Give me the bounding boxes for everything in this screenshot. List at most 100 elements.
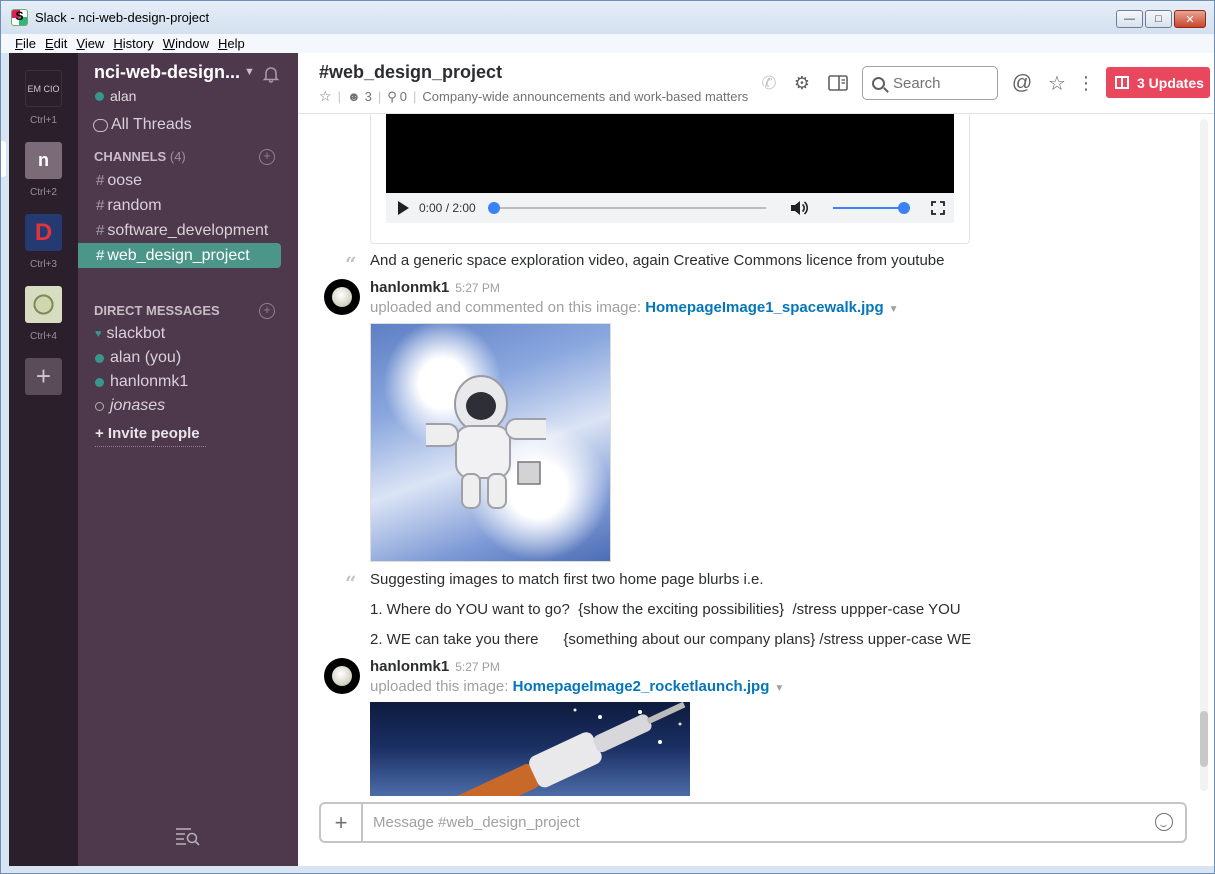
spacewalk-image[interactable]	[370, 323, 611, 562]
add-team-icon[interactable]: +	[25, 358, 62, 395]
quick-switcher-icon[interactable]	[175, 826, 201, 846]
message-text: Suggesting images to match first two hom…	[370, 571, 764, 588]
play-icon[interactable]	[398, 201, 409, 215]
direct-messages-header[interactable]: DIRECT MESSAGES	[94, 303, 220, 318]
pin-count[interactable]: 0	[400, 89, 407, 104]
message-text: 1. Where do YOU want to go? {show the ex…	[370, 601, 961, 618]
bell-icon[interactable]	[262, 65, 280, 83]
volume-icon[interactable]	[789, 199, 809, 217]
details-pane-icon[interactable]	[827, 72, 849, 94]
team-4[interactable]: Ctrl+4	[25, 286, 62, 342]
channel-item-oose[interactable]: # oose	[78, 168, 281, 193]
chevron-down-icon[interactable]: ▼	[889, 304, 899, 315]
close-button[interactable]: ✕	[1174, 10, 1206, 28]
video-frame[interactable]	[386, 114, 954, 193]
dm-label: slackbot	[106, 325, 166, 342]
dm-item-hanlonmk1[interactable]: hanlonmk1	[95, 373, 188, 391]
team-emcio-tile[interactable]: EM CIO	[25, 70, 62, 107]
fullscreen-icon[interactable]	[931, 201, 945, 215]
upload-description: uploaded and commented on this image: Ho…	[370, 299, 899, 316]
channel-topic[interactable]: Company-wide announcements and work-base…	[422, 89, 748, 104]
menu-help[interactable]: Help	[218, 36, 245, 51]
channel-label: oose	[107, 171, 143, 189]
channel-item-web-design-project[interactable]: # web_design_project	[78, 243, 281, 268]
pin-icon[interactable]: ⚲	[387, 89, 397, 105]
current-user[interactable]: alan	[95, 88, 136, 104]
channel-item-software-development[interactable]: # software_development	[78, 218, 281, 243]
file-link[interactable]: HomepageImage1_spacewalk.jpg	[645, 299, 883, 316]
team-d[interactable]: D Ctrl+3	[25, 214, 62, 270]
channel-label: software_development	[107, 221, 269, 239]
minimize-button[interactable]: —	[1116, 10, 1143, 28]
team-4-tile[interactable]	[25, 286, 62, 323]
more-menu-icon[interactable]: ⋮	[1075, 72, 1097, 94]
search-input[interactable]: Search	[862, 66, 998, 100]
channels-header[interactable]: CHANNELS (4)	[94, 149, 186, 164]
rocket-launch-image[interactable]	[370, 702, 690, 796]
updates-button[interactable]: 3 Updates	[1106, 67, 1210, 98]
dm-item-slackbot[interactable]: ♥ slackbot	[95, 325, 165, 343]
message-timestamp[interactable]: 5:27 PM	[455, 660, 500, 674]
gear-icon[interactable]: ⚙	[791, 72, 813, 94]
team-shortcut: Ctrl+2	[30, 187, 57, 198]
dm-label: jonases	[110, 397, 166, 414]
team-n-tile[interactable]: n	[25, 142, 62, 179]
file-link[interactable]: HomepageImage2_rocketlaunch.jpg	[513, 678, 770, 695]
member-icon[interactable]: ☻	[347, 89, 361, 104]
menu-file[interactable]: File	[15, 36, 36, 51]
team-d-tile[interactable]: D	[25, 214, 62, 251]
dm-label: alan (you)	[110, 349, 182, 366]
channel-label: random	[107, 196, 162, 214]
team-shortcut: Ctrl+4	[30, 331, 57, 342]
maximize-button[interactable]: □	[1145, 10, 1172, 28]
all-threads-link[interactable]: All Threads	[93, 116, 192, 134]
video-time: 0:00 / 2:00	[419, 201, 476, 215]
app-window: S Slack - nci-web-design-project — □ ✕ F…	[0, 0, 1215, 874]
team-n[interactable]: n Ctrl+2	[25, 142, 62, 198]
volume-slider[interactable]	[833, 207, 903, 209]
channel-title[interactable]: #web_design_project	[319, 62, 502, 83]
chevron-down-icon[interactable]: ▼	[244, 66, 255, 78]
dm-item-jonases[interactable]: jonases	[95, 397, 165, 415]
video-attachment: 0:00 / 2:00	[370, 114, 970, 244]
scrollbar-thumb[interactable]	[1200, 711, 1208, 767]
member-count[interactable]: 3	[365, 89, 372, 104]
menu-bar: File Edit View History Window Help	[1, 34, 1214, 53]
starred-items-icon[interactable]: ☆	[1046, 72, 1068, 95]
updates-label: 3 Updates	[1137, 74, 1204, 91]
message-author[interactable]: hanlonmk1 5:27 PM	[370, 279, 500, 296]
seek-handle[interactable]	[488, 202, 500, 214]
attach-plus-button[interactable]: +	[321, 804, 363, 841]
workspace-name[interactable]: nci-web-design...	[94, 62, 240, 83]
volume-handle[interactable]	[898, 202, 910, 214]
channel-item-random[interactable]: # random	[78, 193, 281, 218]
menu-history[interactable]: History	[113, 36, 153, 51]
message-input[interactable]: Message #web_design_project	[373, 814, 580, 831]
video-seek-bar[interactable]	[493, 207, 766, 209]
avatar[interactable]	[324, 279, 360, 315]
menu-edit[interactable]: Edit	[45, 36, 67, 51]
add-team[interactable]: +	[25, 358, 62, 395]
message-author[interactable]: hanlonmk1 5:27 PM	[370, 658, 500, 675]
menu-view[interactable]: View	[76, 36, 104, 51]
rocket-illustration	[423, 702, 686, 796]
dm-item-alan[interactable]: alan (you)	[95, 349, 181, 367]
add-dm-icon[interactable]: +	[259, 303, 275, 319]
all-threads-label: All Threads	[111, 116, 192, 133]
message-composer: + Message #web_design_project	[319, 802, 1187, 843]
emoji-icon[interactable]	[1155, 813, 1173, 831]
invite-people-link[interactable]: + Invite people	[95, 425, 206, 447]
team-shortcut: Ctrl+1	[30, 115, 57, 126]
message-scrollbar[interactable]	[1200, 119, 1208, 791]
add-channel-icon[interactable]: +	[259, 149, 275, 165]
threads-icon	[93, 118, 108, 132]
star-icon[interactable]: ☆	[319, 88, 332, 105]
phone-icon[interactable]: ✆	[758, 72, 780, 94]
mentions-icon[interactable]: @	[1011, 72, 1033, 94]
avatar[interactable]	[324, 658, 360, 694]
message-timestamp[interactable]: 5:27 PM	[455, 281, 500, 295]
team-emcio[interactable]: EM CIO Ctrl+1	[25, 70, 62, 126]
chevron-down-icon[interactable]: ▼	[774, 683, 784, 694]
presence-away-icon	[95, 401, 104, 411]
menu-window[interactable]: Window	[163, 36, 209, 51]
